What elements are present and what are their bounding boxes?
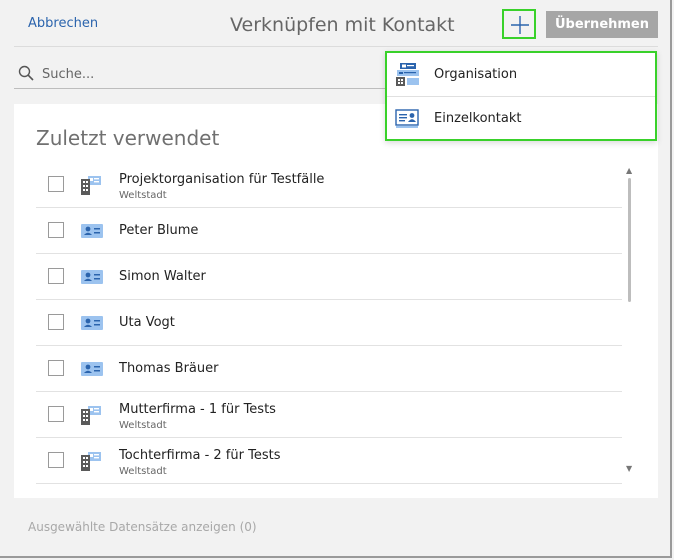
row-city: Weltstadt [119, 420, 167, 431]
row-name: Thomas Bräuer [119, 361, 219, 376]
search-input[interactable] [40, 62, 384, 86]
organisation-form-icon [396, 63, 419, 86]
scroll-up-arrow-icon[interactable]: ▲ [626, 166, 632, 175]
recent-panel: Zuletzt verwendet Projektorganisation fü… [14, 104, 658, 498]
scrollbar[interactable]: ▲ ▼ [624, 166, 634, 476]
row-name: Tochterfirma - 2 für Tests [119, 448, 281, 463]
menu-item-label: Organisation [434, 67, 518, 82]
contact-card-icon [81, 362, 103, 376]
contact-card-icon [81, 224, 103, 238]
cancel-link[interactable]: Abbrechen [28, 16, 98, 31]
recent-section-title: Zuletzt verwendet [36, 126, 220, 150]
apply-button[interactable]: Übernehmen [546, 11, 658, 38]
add-new-dropdown: Organisation Einzelkontakt [385, 51, 657, 141]
list-item[interactable]: Peter Blume [36, 208, 622, 254]
plus-icon [511, 16, 529, 34]
menu-item-organisation[interactable]: Organisation [387, 53, 655, 96]
recent-list: Projektorganisation für Testfälle Weltst… [36, 162, 622, 484]
row-city: Weltstadt [119, 190, 167, 201]
dialog-header: Abbrechen Verknüpfen mit Kontakt Überneh… [0, 0, 670, 48]
dialog-title: Verknüpfen mit Kontakt [230, 14, 455, 36]
row-checkbox[interactable] [48, 268, 64, 284]
menu-item-label: Einzelkontakt [434, 111, 522, 126]
header-divider [14, 46, 658, 47]
search-bar[interactable] [14, 58, 394, 89]
organisation-icon [81, 452, 101, 471]
organisation-icon [81, 176, 101, 195]
list-item[interactable]: Projektorganisation für Testfälle Weltst… [36, 162, 622, 208]
menu-item-single-contact[interactable]: Einzelkontakt [387, 96, 655, 140]
show-selected-records-link[interactable]: Ausgewählte Datensätze anzeigen (0) [28, 520, 257, 534]
list-item[interactable]: Thomas Bräuer [36, 346, 622, 392]
single-contact-icon [395, 109, 419, 128]
add-new-button[interactable] [502, 9, 536, 39]
row-name: Peter Blume [119, 223, 199, 238]
row-name: Uta Vogt [119, 315, 175, 330]
row-name: Mutterfirma - 1 für Tests [119, 402, 276, 417]
list-item[interactable]: Tochterfirma - 2 für Tests Weltstadt [36, 438, 622, 484]
row-checkbox[interactable] [48, 406, 64, 422]
list-item[interactable]: Uta Vogt [36, 300, 622, 346]
scroll-down-arrow-icon[interactable]: ▼ [626, 464, 632, 473]
row-checkbox[interactable] [48, 314, 64, 330]
contact-card-icon [81, 270, 103, 284]
row-name: Projektorganisation für Testfälle [119, 172, 325, 187]
scroll-thumb[interactable] [628, 178, 631, 302]
link-contact-dialog: Abbrechen Verknüpfen mit Kontakt Überneh… [0, 0, 672, 558]
search-icon [18, 65, 34, 81]
organisation-icon [81, 406, 101, 425]
row-checkbox[interactable] [48, 360, 64, 376]
list-item[interactable]: Mutterfirma - 1 für Tests Weltstadt [36, 392, 622, 438]
row-city: Weltstadt [119, 466, 167, 477]
row-name: Simon Walter [119, 269, 206, 284]
list-item[interactable]: Simon Walter [36, 254, 622, 300]
row-checkbox[interactable] [48, 176, 64, 192]
row-checkbox[interactable] [48, 452, 64, 468]
contact-card-icon [81, 316, 103, 330]
row-checkbox[interactable] [48, 222, 64, 238]
